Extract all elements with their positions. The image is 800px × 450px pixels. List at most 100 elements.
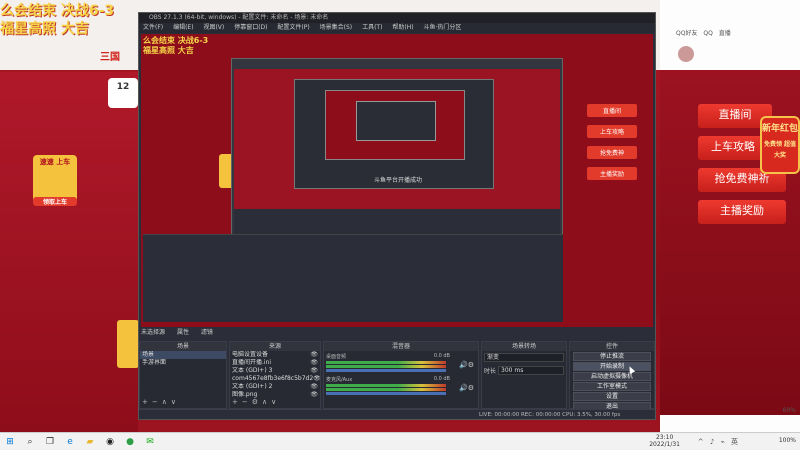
menu-help[interactable]: 帮助(H) (392, 24, 413, 31)
track-db: 0.0 dB (433, 376, 450, 382)
nested-obs-window: 斗鱼平台开播成功 (231, 58, 563, 258)
new-year-red-packet[interactable]: 新年红包 免费领 超值大奖 (760, 116, 800, 174)
menu-view[interactable]: 视图(V) (203, 24, 224, 31)
source-item[interactable]: 文本 (GDI+) 3 👁 (230, 367, 320, 375)
speaker-gear-icon[interactable]: 🔊⚙ (459, 384, 474, 392)
stat-number: 12 (116, 82, 130, 92)
transition-select[interactable]: 渐变 (484, 353, 564, 362)
remove-icon[interactable]: − (152, 398, 158, 406)
task-view-icon[interactable]: ❐ (44, 436, 56, 448)
background-left-column (0, 72, 138, 432)
taskbar-clock[interactable]: 23:10 2022/1/31 (649, 434, 680, 448)
source-item[interactable]: 文本 (GDI+) 2 👁 (230, 383, 320, 391)
add-icon[interactable]: + (232, 398, 238, 406)
add-icon[interactable]: + (142, 398, 148, 406)
scene-item[interactable]: 场景 (140, 351, 226, 359)
speaker-gear-icon[interactable]: 🔊⚙ (459, 361, 474, 369)
duration-row: 时长 300 ms (482, 364, 566, 377)
eye-icon[interactable]: 👁 (313, 375, 320, 383)
move-up-icon[interactable]: ∧ (162, 398, 167, 406)
track-label: 麦克风/Aux (326, 377, 353, 383)
filters-button[interactable]: 滤镜 (201, 329, 213, 336)
clock-time: 23:10 (655, 434, 674, 441)
menu-docks[interactable]: 停靠窗口(D) (234, 24, 267, 31)
car-promo-card[interactable]: 速速 上车 领取上车 (33, 155, 77, 206)
preview-docks (143, 234, 563, 322)
start-recording-button[interactable]: 开始录制 (573, 362, 651, 371)
volume-meter (326, 365, 446, 368)
menu-edit[interactable]: 编辑(E) (173, 24, 193, 31)
zoom-level: 100% (778, 437, 796, 444)
volume-slider[interactable] (326, 392, 446, 395)
streamer-reward-button[interactable]: 主播奖励 (698, 200, 786, 224)
source-label: 文本 (GDI+) 3 (232, 367, 273, 374)
boarding-guide-button[interactable]: 上车攻略 (698, 136, 768, 160)
preview-banner-line-2: 福星高照 大吉 (143, 46, 194, 55)
remove-icon[interactable]: − (242, 398, 248, 406)
menu-file[interactable]: 文件(F) (143, 24, 163, 31)
file-explorer-icon[interactable]: ▰ (84, 436, 96, 448)
controls-dock: 控件 停止推流 开始录制 启动虚拟摄像机 工作室模式 设置 退出 (569, 341, 655, 411)
controls-header: 控件 (570, 342, 654, 351)
qq-friends-link[interactable]: QQ好友 (676, 30, 697, 37)
banner-line-1: 么会结束 决战6-3 (0, 3, 115, 19)
preview-promo-buttons: 直播间 上车攻略 抢免费神 主播奖励 (587, 104, 637, 188)
preview-button-guide: 上车攻略 (587, 125, 637, 138)
move-up-icon[interactable]: ∧ (262, 398, 267, 406)
live-link[interactable]: 直播 (719, 30, 731, 37)
duration-input[interactable]: 300 ms (498, 366, 564, 375)
studio-mode-button[interactable]: 工作室模式 (573, 382, 651, 391)
eye-icon[interactable]: 👁 (310, 383, 318, 391)
source-label: 文本 (GDI+) 2 (232, 383, 273, 390)
duration-label: 时长 (484, 368, 497, 375)
virtual-camera-button[interactable]: 启动虚拟摄像机 (573, 372, 651, 381)
mixer-track-mic: 麦克风/Aux 0.0 dB 🔊⚙ (324, 374, 478, 397)
move-down-icon[interactable]: ∨ (171, 398, 176, 406)
volume-slider[interactable] (326, 369, 446, 372)
source-label: com4567e8fb3e6f8c5b7d2 (232, 375, 314, 382)
eye-icon[interactable]: 👁 (310, 359, 318, 367)
nested-preview: 斗鱼平台开播成功 (234, 69, 560, 209)
stat-card: 12 (108, 78, 138, 108)
scene-item[interactable]: 手游界面 (140, 359, 226, 367)
windows-start-icon[interactable]: ⊞ (4, 436, 16, 448)
new-year-sub: 免费领 超值大奖 (763, 141, 797, 159)
menu-scene-collection[interactable]: 场景集合(S) (320, 24, 353, 31)
source-item[interactable]: com4567e8fb3e6f8c5b7d2 👁 (230, 375, 320, 383)
obs-icon[interactable]: ◉ (104, 436, 116, 448)
avatar[interactable] (678, 46, 694, 62)
qq-link[interactable]: QQ (703, 30, 712, 37)
search-icon[interactable]: ⌕ (24, 436, 36, 448)
source-item[interactable]: 直播间开播.ini 👁 (230, 359, 320, 367)
volume-meter (326, 388, 446, 391)
background-banner: 么会结束 决战6-3 福星高照 大吉 (0, 2, 140, 38)
eye-icon[interactable]: 👁 (310, 391, 318, 399)
eye-icon[interactable]: 👁 (310, 351, 318, 359)
move-down-icon[interactable]: ∨ (271, 398, 276, 406)
gear-icon[interactable]: ⚙ (252, 398, 258, 406)
obs-preview[interactable]: 么会结束 决战6-3 福星高照 大吉 斗鱼平台开播成功 直播间 上车攻略 抢免费… (141, 34, 653, 327)
eye-icon[interactable]: 👁 (310, 367, 318, 375)
system-tray-icons[interactable]: ^ ♪ ⌁ 英 (698, 437, 740, 447)
obs-menu-bar: 文件(F) 编辑(E) 视图(V) 停靠窗口(D) 配置文件(P) 场景集合(S… (139, 23, 655, 33)
menu-douyu[interactable]: 斗鱼·热门分区 (423, 24, 461, 31)
volume-meter (326, 361, 446, 364)
obs-status-bar: LIVE: 00:00:00 REC: 00:00:00 CPU: 3.5%, … (139, 409, 655, 419)
menu-tools[interactable]: 工具(T) (362, 24, 382, 31)
preview-caption: 斗鱼平台开播成功 (374, 177, 423, 184)
wechat-icon[interactable]: ✉ (144, 436, 156, 448)
stop-streaming-button[interactable]: 停止推流 (573, 352, 651, 361)
chrome-icon[interactable]: ● (124, 436, 136, 448)
site-logo: 三国 (100, 52, 120, 63)
properties-button[interactable]: 属性 (177, 329, 189, 336)
obs-title-bar[interactable]: OBS 27.1.3 (64-bit, windows) - 配置文件: 未命名… (139, 13, 655, 23)
source-item[interactable]: 电脑设置设备 👁 (230, 351, 320, 359)
settings-button[interactable]: 设置 (573, 392, 651, 401)
transitions-dock: 场景转场 渐变 时长 300 ms (481, 341, 567, 409)
menu-profile[interactable]: 配置文件(P) (277, 24, 309, 31)
mixer-header: 混音器 (324, 342, 478, 351)
edge-icon[interactable]: e (64, 436, 76, 448)
track-db: 0.0 dB (433, 353, 450, 359)
source-toolbar: 未选择源 属性 滤镜 (139, 327, 339, 339)
car-card-button[interactable]: 领取上车 (33, 197, 77, 206)
